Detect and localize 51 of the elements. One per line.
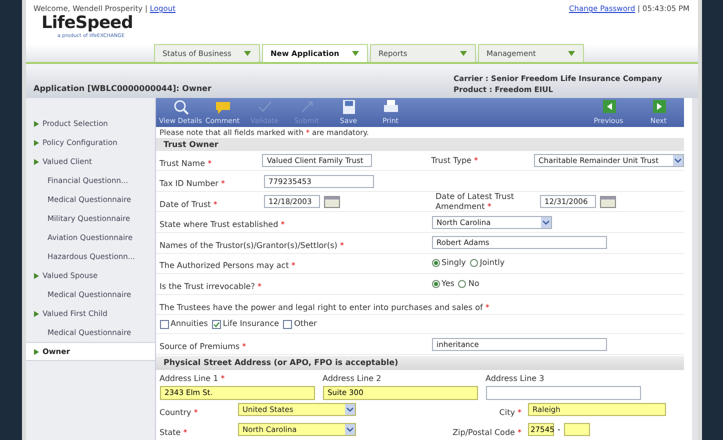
arrow-icon <box>34 120 38 127</box>
option-label: No <box>468 278 480 290</box>
checkbox-label: Annuities <box>170 318 208 330</box>
radio-button[interactable] <box>458 280 466 288</box>
option-label: Jointly <box>480 257 505 270</box>
arrow-icon <box>34 158 38 165</box>
field-label: Trust Name * <box>160 158 212 168</box>
section-header: Physical Street Address (or APO, FPO is acceptable) <box>156 356 684 370</box>
calendar-icon[interactable] <box>600 196 616 208</box>
checkbox-label: Other <box>294 318 317 330</box>
field-label: Date of Trust * <box>160 200 218 209</box>
arrow-icon <box>34 348 38 355</box>
search-icon <box>172 98 190 116</box>
field-label: Zip/Postal Code * <box>452 428 522 437</box>
option-label: Singly <box>442 257 466 270</box>
field-label: Names of the Trustor(s)/Grantor(s)/Settlor(s) * <box>160 240 344 250</box>
checkbox[interactable] <box>283 320 292 329</box>
checkbox[interactable] <box>160 320 168 329</box>
field-label: Address Line 1 * <box>160 374 226 384</box>
option-label: Yes <box>442 278 454 290</box>
checkbox-label: Life Insurance <box>222 318 280 330</box>
field-label: State where Trust established * <box>160 220 285 230</box>
logo: LifeSpeed <box>42 14 134 34</box>
section-header: Trust Owner <box>156 138 684 151</box>
field-label: Tax ID Number * <box>160 179 225 188</box>
field-label: Country * <box>160 408 198 417</box>
text-field[interactable] <box>486 386 640 400</box>
field-label: Address Line 3 <box>486 374 546 384</box>
caret-icon <box>244 51 250 56</box>
arrow-icon <box>34 272 38 279</box>
calendar-icon[interactable] <box>324 196 340 208</box>
radio-button[interactable] <box>432 280 440 288</box>
field-label: Trust Type * <box>431 156 479 166</box>
radio-button[interactable] <box>470 259 478 268</box>
radio-button[interactable] <box>432 259 440 268</box>
arrow-icon <box>34 310 38 317</box>
text-field[interactable] <box>564 423 590 436</box>
field-label: Is the Trust irrevocable? * <box>160 282 262 292</box>
field-label: The Authorized Persons may act * <box>160 261 296 270</box>
field-label: City * <box>499 408 522 417</box>
field-label: Source of Premiums * <box>160 342 246 352</box>
arrow-icon <box>34 140 38 146</box>
field-label: The Trustees have the power and legal right to enter into purchases and sales of * <box>160 302 490 312</box>
field-label: State * <box>160 428 188 437</box>
separator: - <box>558 424 560 436</box>
caret-icon <box>352 51 358 56</box>
caret-icon <box>460 51 466 56</box>
field-label: Date of Latest Trust Amendment * <box>436 192 516 212</box>
checkbox[interactable] <box>212 320 221 329</box>
field-label: Address Line 2 <box>322 374 382 384</box>
caret-icon <box>568 51 574 56</box>
